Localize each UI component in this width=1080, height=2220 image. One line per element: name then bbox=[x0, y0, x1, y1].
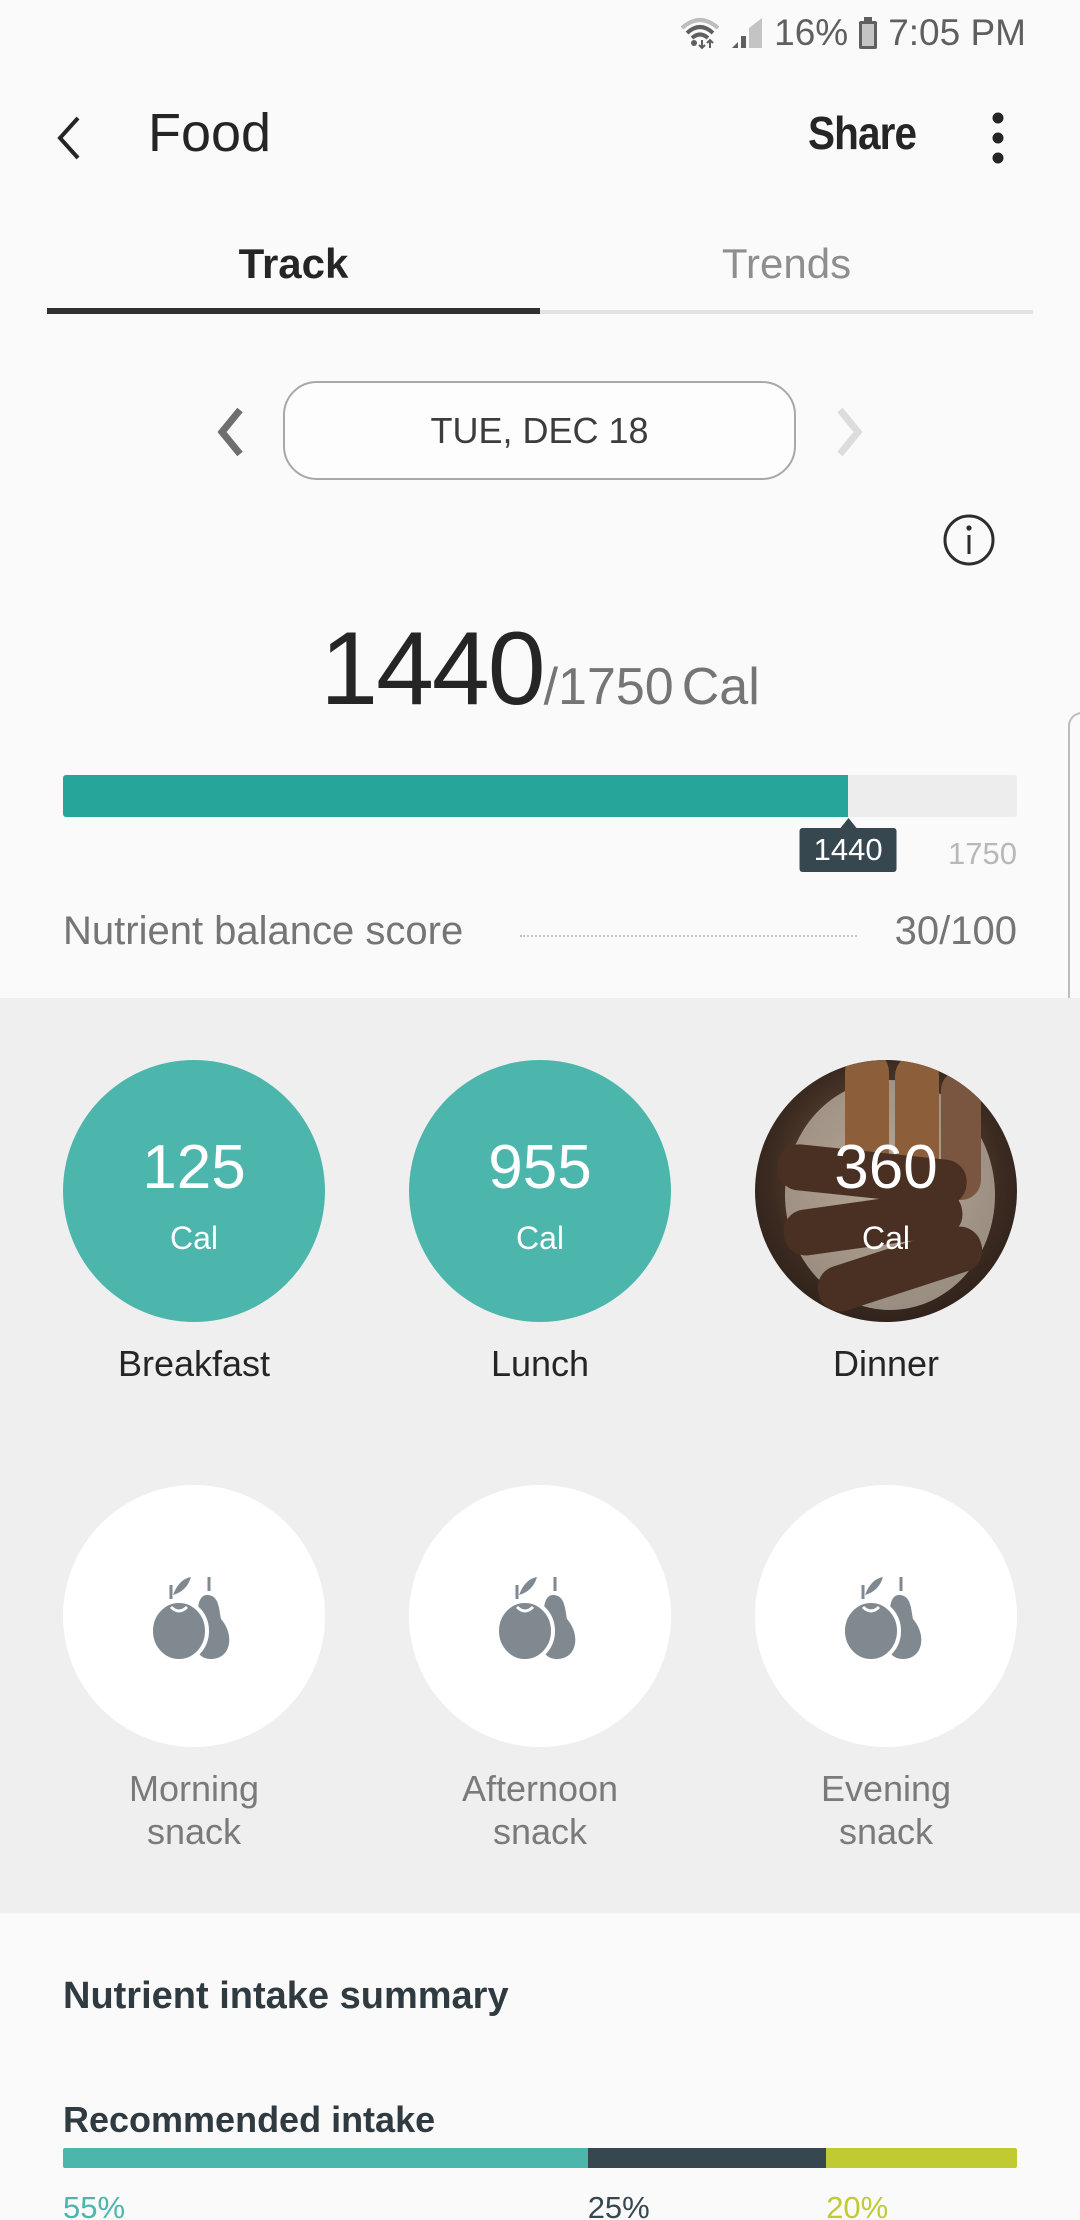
intake-percent-carbs: 55% bbox=[63, 2190, 126, 2220]
calories-unit: Cal bbox=[681, 658, 760, 716]
app-header: Food Share bbox=[0, 66, 1080, 210]
snack-label-line: snack bbox=[146, 1811, 242, 1852]
calorie-summary: 1440/1750 Cal bbox=[0, 610, 1080, 729]
battery-icon bbox=[859, 17, 878, 49]
more-vertical-icon bbox=[992, 112, 1004, 164]
intake-percent-protein: 20% bbox=[826, 2190, 889, 2220]
tab-indicator bbox=[47, 308, 540, 314]
recommended-intake-title: Recommended intake bbox=[63, 2099, 436, 2140]
nutrient-summary-section: Nutrient intake summary Recommended inta… bbox=[0, 1913, 1080, 2220]
info-button[interactable] bbox=[942, 513, 996, 567]
fruit-icon bbox=[149, 1577, 230, 1659]
date-selector[interactable]: TUE, DEC 18 bbox=[283, 381, 796, 480]
meal-label: Breakfast bbox=[117, 1343, 271, 1384]
calorie-goal-label: 1750 bbox=[948, 836, 1017, 871]
calories-goal: /1750 bbox=[543, 658, 674, 716]
snack-label-line: Morning bbox=[128, 1768, 260, 1809]
meal-circle[interactable]: 955 Cal bbox=[409, 1060, 671, 1322]
meal-unit: Cal bbox=[169, 1220, 218, 1256]
share-button[interactable]: Share bbox=[808, 106, 917, 160]
chevron-left-icon bbox=[57, 116, 80, 160]
clock: 7:05 PM bbox=[888, 12, 1026, 53]
calorie-progress-tooltip: 1440 bbox=[799, 818, 897, 872]
recommended-intake-bar bbox=[63, 2148, 1017, 2168]
tab-trends[interactable]: Trends bbox=[540, 222, 1033, 314]
meal-circle[interactable]: 125 Cal bbox=[63, 1060, 325, 1322]
more-options-button[interactable] bbox=[980, 106, 1016, 170]
nutrient-balance-row[interactable]: Nutrient balance score 30/100 bbox=[63, 905, 1017, 961]
snack-label-line: snack bbox=[492, 1811, 588, 1852]
meal-label: Dinner bbox=[832, 1343, 940, 1384]
add-snack-button[interactable] bbox=[63, 1485, 325, 1747]
previous-day-button[interactable] bbox=[208, 402, 252, 462]
battery-percent: 16% bbox=[774, 12, 849, 53]
snack-label-line: snack bbox=[838, 1811, 934, 1852]
fruit-icon bbox=[841, 1577, 922, 1659]
calories-consumed: 1440 bbox=[320, 611, 545, 727]
meal-photo[interactable]: 360 Cal bbox=[755, 1060, 1017, 1322]
section-title: Nutrient intake summary bbox=[63, 1975, 509, 2017]
snack-label: Morning snack bbox=[63, 1767, 325, 1853]
meal-calories: 360 bbox=[834, 1133, 938, 1202]
intake-segment-fat bbox=[587, 2148, 827, 2168]
tab-bar: Track Trends bbox=[47, 222, 1033, 314]
info-icon bbox=[943, 514, 995, 566]
snack-evening[interactable]: Evening snack bbox=[755, 1485, 1017, 1853]
calorie-progress-bar bbox=[63, 775, 1017, 817]
next-day-button[interactable] bbox=[828, 402, 872, 462]
meals-section: 125 Cal Breakfast 955 Cal Lunch 360 Cal … bbox=[0, 998, 1080, 1913]
fruit-icon bbox=[495, 1577, 576, 1659]
intake-percent-fat: 25% bbox=[587, 2190, 650, 2220]
intake-segment-carbs bbox=[63, 2148, 588, 2168]
snack-label-line: Afternoon bbox=[461, 1768, 619, 1809]
page-title: Food bbox=[148, 103, 272, 163]
meal-lunch[interactable]: 955 Cal Lunch bbox=[409, 1060, 671, 1386]
signal-icon bbox=[732, 18, 763, 48]
add-snack-button[interactable] bbox=[755, 1485, 1017, 1747]
meal-dinner[interactable]: 360 Cal Dinner bbox=[755, 1060, 1017, 1386]
snack-label: Evening snack bbox=[755, 1767, 1017, 1853]
tab-track[interactable]: Track bbox=[47, 222, 540, 314]
meal-breakfast[interactable]: 125 Cal Breakfast bbox=[63, 1060, 325, 1386]
calorie-progress-fill bbox=[63, 775, 849, 817]
snack-afternoon[interactable]: Afternoon snack bbox=[409, 1485, 671, 1853]
wifi-icon bbox=[680, 18, 720, 50]
meal-unit: Cal bbox=[861, 1220, 910, 1256]
meal-calories: 125 bbox=[142, 1133, 246, 1202]
status-bar: 16% 7:05 PM bbox=[0, 0, 1080, 66]
nutrient-balance-value: 30/100 bbox=[894, 909, 1017, 953]
snack-label-line: Evening bbox=[820, 1768, 952, 1809]
snack-morning[interactable]: Morning snack bbox=[63, 1485, 325, 1853]
snack-label: Afternoon snack bbox=[409, 1767, 671, 1853]
chevron-right-icon bbox=[837, 407, 863, 457]
nutrient-balance-label: Nutrient balance score bbox=[63, 909, 464, 953]
add-snack-button[interactable] bbox=[409, 1485, 671, 1747]
dotted-leader bbox=[520, 935, 857, 937]
meal-label: Lunch bbox=[490, 1343, 590, 1384]
meal-calories: 955 bbox=[488, 1133, 592, 1202]
chevron-left-icon bbox=[217, 407, 243, 457]
intake-segment-protein bbox=[826, 2148, 1017, 2168]
meal-unit: Cal bbox=[515, 1220, 564, 1256]
back-button[interactable] bbox=[48, 108, 98, 168]
